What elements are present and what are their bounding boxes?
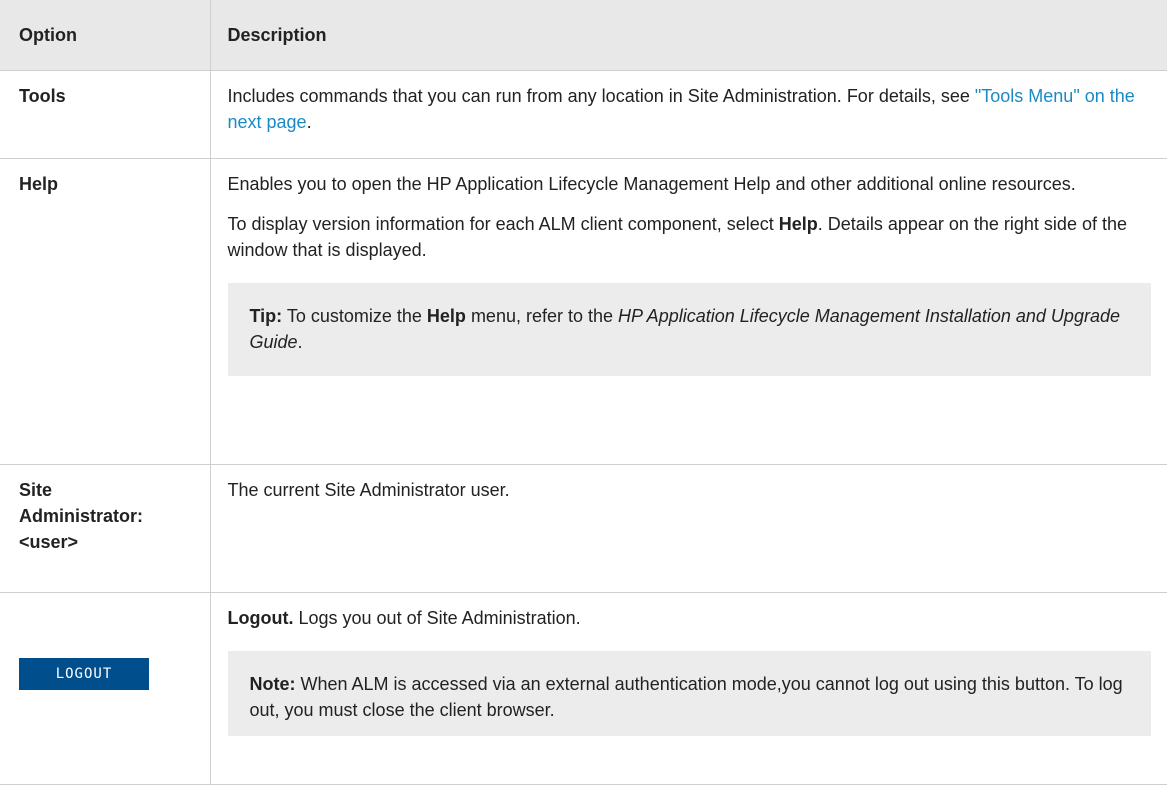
note-label: Note: bbox=[249, 673, 296, 694]
logout-desc-bold: Logout. bbox=[227, 607, 294, 628]
table-header-row: Option Description bbox=[0, 0, 1167, 71]
site-admin-line-3: <user> bbox=[19, 531, 79, 552]
option-help: Help bbox=[0, 157, 211, 465]
tip-text-1: To customize the bbox=[282, 305, 427, 326]
help-p2-start: To display version information for each … bbox=[227, 213, 779, 234]
table-row-site-admin: Site Administrator: <user> The current S… bbox=[0, 463, 1167, 593]
option-site-admin: Site Administrator: <user> bbox=[0, 463, 211, 593]
tip-bold-help: Help bbox=[426, 305, 466, 326]
description-tools: Includes commands that you can run from … bbox=[209, 69, 1167, 159]
site-admin-line-2: Administrator: bbox=[19, 505, 144, 526]
table-row-logout: LOGOUT Logout. Logs you out of Site Admi… bbox=[0, 591, 1167, 785]
logout-desc: Logout. Logs you out of Site Administrat… bbox=[228, 605, 1152, 631]
description-logout: Logout. Logs you out of Site Administrat… bbox=[209, 591, 1167, 785]
description-site-admin: The current Site Administrator user. bbox=[209, 463, 1167, 593]
help-paragraph-1: Enables you to open the HP Application L… bbox=[227, 173, 1076, 194]
header-description: Description bbox=[209, 0, 1167, 71]
logout-desc-text: Logs you out of Site Administration. bbox=[293, 607, 581, 628]
table-row-help: Help Enables you to open the HP Applicat… bbox=[0, 157, 1167, 465]
note-box: Note: When ALM is accessed via an extern… bbox=[227, 650, 1151, 736]
description-help: Enables you to open the HP Application L… bbox=[209, 157, 1167, 465]
tools-desc-end: . bbox=[306, 111, 312, 132]
help-paragraph-2: To display version information for each … bbox=[228, 211, 1152, 263]
header-option: Option bbox=[0, 0, 211, 71]
table-row-tools: Tools Includes commands that you can run… bbox=[0, 69, 1167, 159]
note-text: When ALM is accessed via an external aut… bbox=[249, 673, 1123, 720]
help-p2-bold: Help bbox=[778, 213, 818, 234]
tip-text-2: menu, refer to the bbox=[465, 305, 619, 326]
option-tools: Tools bbox=[0, 69, 211, 159]
site-admin-line-1: Site bbox=[19, 479, 53, 500]
tip-label: Tip: bbox=[249, 305, 283, 326]
tip-box: Tip: To customize the Help menu, refer t… bbox=[227, 282, 1151, 376]
logout-button[interactable]: LOGOUT bbox=[19, 658, 149, 690]
tools-desc-text: Includes commands that you can run from … bbox=[227, 85, 975, 106]
option-logout: LOGOUT bbox=[0, 591, 211, 785]
tip-end: . bbox=[297, 331, 303, 352]
options-table: Option Description Tools Includes comman… bbox=[0, 0, 1167, 785]
